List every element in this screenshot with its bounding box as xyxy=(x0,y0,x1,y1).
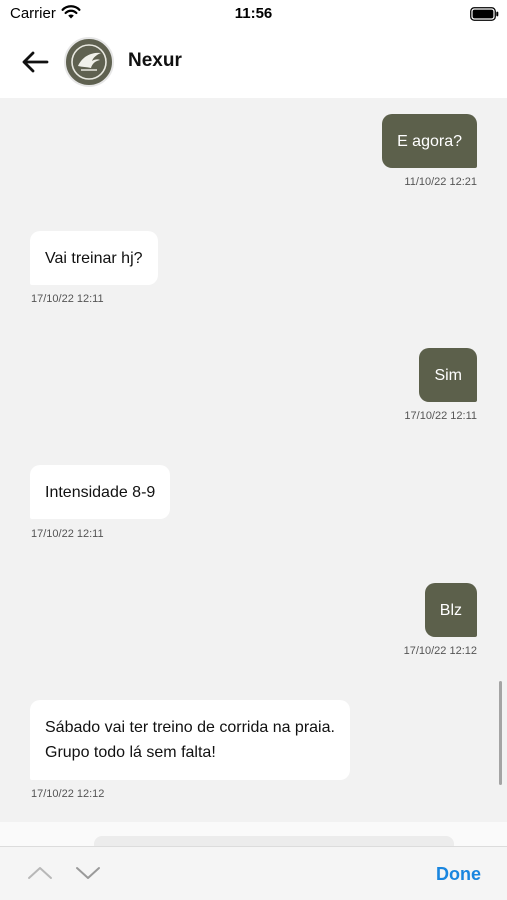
previous-field-button[interactable] xyxy=(26,863,54,883)
incoming-message-bubble[interactable]: Sábado vai ter treino de corrida na prai… xyxy=(30,700,350,780)
status-time: 11:56 xyxy=(234,5,273,22)
message-text: Intensidade 8-9 xyxy=(45,483,156,501)
chat-header: Nexur xyxy=(0,28,507,98)
contact-name: Nexur xyxy=(128,50,182,71)
incoming-message-bubble[interactable]: Intensidade 8-9 xyxy=(30,465,171,519)
arrow-left-icon xyxy=(22,51,49,73)
message-timestamp: 17/10/22 12:12 xyxy=(403,645,477,657)
outgoing-message-bubble[interactable]: Blz xyxy=(424,583,477,637)
message-list[interactable]: E agora? 11/10/22 12:21 Vai treinar hj? … xyxy=(0,98,507,822)
message-timestamp: 17/10/22 12:11 xyxy=(404,410,477,422)
battery-icon xyxy=(470,7,499,21)
chevron-down-icon xyxy=(76,867,100,879)
message-timestamp: 11/10/22 12:21 xyxy=(404,176,477,188)
keyboard-toolbar: Done xyxy=(0,846,507,900)
composer-area xyxy=(0,822,507,850)
message-text: E agora? xyxy=(397,132,462,150)
back-button[interactable] xyxy=(18,46,52,78)
message-timestamp: 17/10/22 12:11 xyxy=(31,528,104,540)
next-field-button[interactable] xyxy=(74,863,102,883)
message-text-line: Sábado vai ter treino de corrida na prai… xyxy=(45,719,335,736)
message-text: Sim xyxy=(434,366,462,384)
message-timestamp: 17/10/22 12:12 xyxy=(31,788,105,800)
message-timestamp: 17/10/22 12:11 xyxy=(31,293,104,305)
contact-avatar[interactable] xyxy=(64,37,114,87)
incoming-message-bubble[interactable]: Vai treinar hj? xyxy=(30,231,158,285)
winged-logo-icon xyxy=(71,44,107,80)
done-button[interactable]: Done xyxy=(436,864,481,885)
message-text: Blz xyxy=(439,601,462,619)
message-text: Vai treinar hj? xyxy=(45,249,143,267)
outgoing-message-bubble[interactable]: Sim xyxy=(419,348,477,402)
chevron-up-icon xyxy=(28,867,52,879)
status-bar: Carrier 11:56 xyxy=(0,0,507,28)
message-text-line: Grupo todo lá sem falta! xyxy=(45,744,216,761)
scroll-indicator[interactable] xyxy=(499,681,502,785)
outgoing-message-bubble[interactable]: E agora? xyxy=(382,114,477,168)
